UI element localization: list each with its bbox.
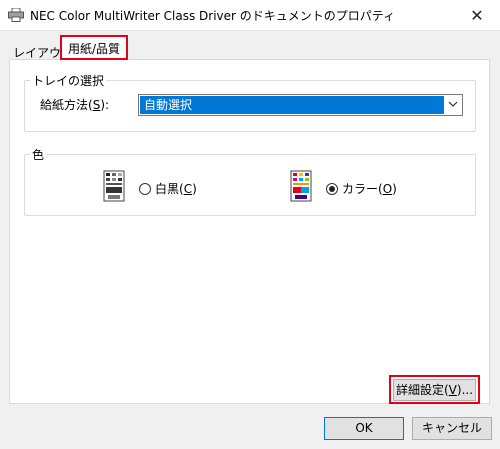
feed-method-label: 給紙方法(S): [40,98,110,112]
close-button[interactable]: ✕ [454,0,500,30]
ok-button[interactable]: OK [324,417,404,440]
feed-method-value: 自動選択 [140,96,444,114]
bw-radio[interactable] [139,182,151,195]
bw-printer-icon [103,170,125,202]
bw-radio-label: 白黒(C) [155,182,197,196]
tray-group-title: トレイの選択 [30,72,107,89]
window-title: NEC Color MultiWriter Class Driver のドキュメ… [30,9,396,23]
title-bar: NEC Color MultiWriter Class Driver のドキュメ… [0,0,500,31]
cancel-button[interactable]: キャンセル [412,417,492,440]
bw-radio-option[interactable]: 白黒(C) [139,180,197,197]
printer-icon [8,8,24,22]
close-icon: ✕ [470,5,484,25]
feed-method-select[interactable]: 自動選択 [138,94,463,116]
color-radio[interactable] [326,182,338,195]
color-group [24,154,476,216]
color-radio-option[interactable]: カラー(O) [326,180,397,197]
color-printer-icon [290,170,312,202]
color-radio-label: カラー(O) [342,182,397,196]
chevron-down-icon [448,101,458,107]
tab-paper-quality[interactable]: 用紙/品質 [60,35,129,60]
advanced-settings-button[interactable]: 詳細設定(V)... [393,379,476,401]
color-group-title: 色 [30,146,47,163]
